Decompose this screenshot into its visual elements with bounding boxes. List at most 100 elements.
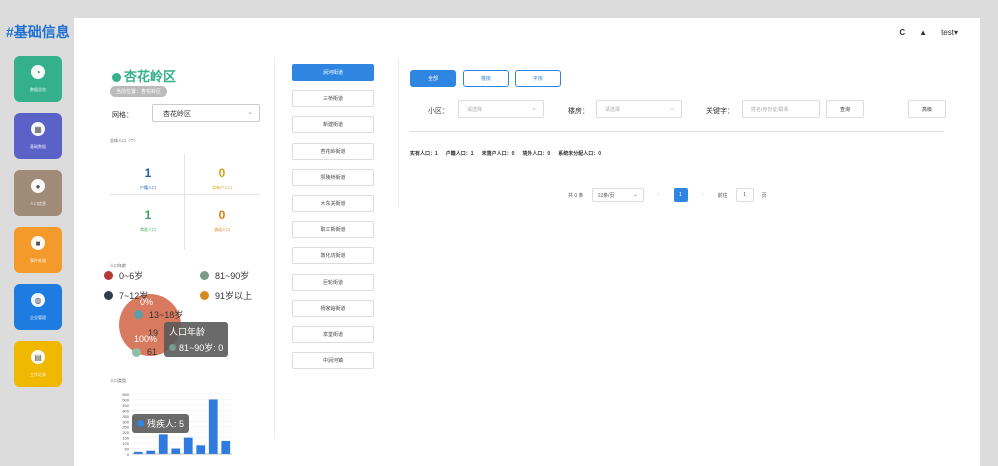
legend-label: 81~90岁 [215,271,250,281]
street-item[interactable]: 中涧河镇 [292,352,374,370]
chevron-down-icon: ⌄ [633,192,638,198]
district-title: 杏花岭区 [112,66,176,85]
summary-registered: 户籍人口：1 [445,151,474,157]
stat-caption: 实有户人口 [212,185,232,190]
sidebar-item-label: 工作记录 [30,372,46,377]
page-size-select[interactable]: 12条/页 ⌄ [591,188,644,202]
advanced-button[interactable]: 高级 [908,100,946,118]
sidebar-item-label: 事件处理 [30,258,46,263]
street-item[interactable]: 巨轮街道 [292,273,374,291]
tab-bungalow[interactable]: 平房 [515,70,561,87]
special-section-title: 人口类型 [110,378,126,383]
y-tick-label: 500 [122,397,129,402]
legend-swatch [200,291,209,300]
keyword-input[interactable]: 姓名/身份证/联系 [742,100,820,118]
y-tick-label: 150 [122,436,129,441]
bar-tooltip: 残疾人: 5 [132,414,190,433]
street-item[interactable]: 敦化坊街道 [292,247,374,265]
bell-icon[interactable]: ▲ [919,28,927,37]
stat-value: 0 [218,166,226,180]
sidebar-item-label: 数据总览 [30,87,46,92]
legend-item: 61 [132,347,157,357]
tooltip-swatch [169,344,176,351]
goto-page-input[interactable]: 1 [735,188,754,202]
street-item[interactable]: 坝陵桥街道 [292,168,374,186]
legend-swatch [132,347,141,357]
legend-swatch [104,271,113,280]
bar [146,450,156,454]
street-item[interactable]: 杨家峪街道 [292,299,374,317]
stat-value: 1 [144,166,152,180]
street-item[interactable]: 新建街道 [292,116,374,134]
grid-select[interactable]: 杏花岭区 ⌄ [152,104,260,122]
sidebar-item-label: 企业管理 [30,315,46,320]
grid-icon: ▦ [31,122,45,136]
sidebar-item-overview[interactable]: ◔ 数据总览 [14,56,62,102]
pie-tooltip: 人口年龄 81~90岁: 0 [164,322,229,357]
refresh-icon[interactable]: C [899,28,905,37]
prev-page-button[interactable]: ‹ [652,188,666,202]
grid-select-value: 杏花岭区 [163,111,191,118]
search-button[interactable]: 查询 [826,100,864,118]
y-tick-label: 50 [125,447,130,452]
pager-total: 共 0 条 [568,192,584,199]
page-size-value: 12条/页 [597,192,615,199]
bar [158,434,168,454]
pie-label-top: 0% [140,297,154,307]
legend-label: 61 [147,347,158,357]
district-name: 杏花岭区 [124,69,177,84]
current-page-button[interactable]: 1 [673,188,688,202]
community-placeholder: 请选择 [467,107,483,113]
y-tick-label: 250 [122,425,129,430]
tab-building[interactable]: 楼房 [463,70,509,87]
grid-label: 网格： [112,112,133,119]
building-select[interactable]: 请选择 ⌄ [596,100,682,118]
bar [221,440,231,454]
tooltip-title: 人口年龄 [169,327,206,337]
user-menu[interactable]: test▾ [941,28,958,37]
stat-household-registered: 1 户籍人口 [112,166,184,191]
legend-label: 0~6岁 [119,271,144,281]
sidebar-nav: ◔ 数据总览 ▦ 基础数据 ● 人口信息 ■ 事件处理 ◍ 企业管理 ▤ 工作记… [14,56,62,398]
next-page-button[interactable]: › [696,188,710,202]
population-summary: 实有人口：1 户籍人口：1 未落户人口：0 境外人口：0 系统未分配人口：0 [410,150,601,157]
community-select[interactable]: 请选择 ⌄ [458,100,544,118]
stat-caption: 户籍人口 [140,185,156,190]
sidebar-item-population[interactable]: ● 人口信息 [14,170,62,216]
street-item[interactable]: 涧河街道 [292,64,374,81]
sidebar-item-enterprise[interactable]: ◍ 企业管理 [14,284,62,330]
summary-overseas: 境外人口：0 [522,151,551,157]
y-tick-label: 400 [122,408,129,413]
tab-all[interactable]: 全部 [410,70,456,87]
building-placeholder: 请选择 [605,107,621,113]
legend-label: 13~18岁 [149,310,184,320]
goto-label: 前往 [717,192,728,199]
document-icon: ▤ [31,350,45,364]
sidebar-item-label: 基础数据 [30,144,46,149]
bar [133,451,143,454]
column-divider [398,58,399,208]
lock-icon: ■ [31,236,45,250]
street-item[interactable]: 职工新街道 [292,221,374,239]
legend-swatch [200,271,209,280]
street-item[interactable]: 大东关街道 [292,194,374,212]
bar [171,448,181,454]
sidebar-item-events[interactable]: ■ 事件处理 [14,227,62,273]
building-label: 楼房： [568,108,589,115]
street-item[interactable]: 三桥街道 [292,90,374,108]
street-item[interactable]: 杏花岭街道 [292,142,374,160]
keyword-placeholder: 姓名/身份证/联系 [751,107,789,113]
sidebar-item-basic-data[interactable]: ▦ 基础数据 [14,113,62,159]
sidebar-item-records[interactable]: ▤ 工作记录 [14,341,62,387]
summary-unregistered: 未落户人口：0 [481,151,515,157]
top-toolbar: C ▲ test▾ [899,28,958,37]
street-item[interactable]: 享堂街道 [292,325,374,343]
stats-horizontal-divider [110,194,260,195]
chevron-down-icon: ⌄ [531,105,537,112]
tooltip-swatch [137,420,144,427]
person-icon: ● [31,179,45,193]
main-panel: C ▲ test▾ 杏花岭区 当前位置：杏花岭区 网格： 杏花岭区 ⌄ 总体人口… [74,18,980,466]
stat-actual-household: 0 实有户人口 [186,166,258,191]
y-tick-label: 350 [122,414,129,419]
y-tick-label: 450 [122,403,129,408]
